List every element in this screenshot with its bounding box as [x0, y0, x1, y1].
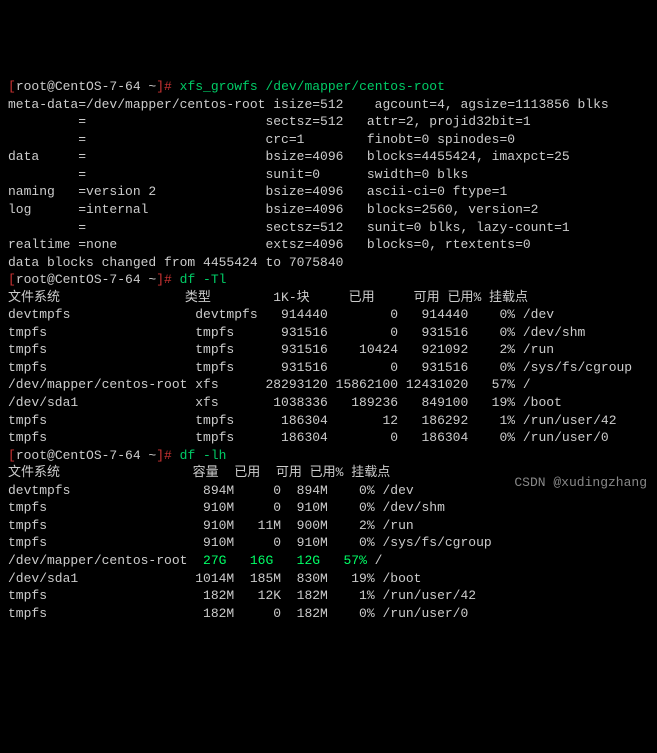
- prompt-bracket: ]#: [156, 272, 179, 287]
- df-tl-header: 文件系统 类型 1K-块 已用 可用 已用% 挂载点: [8, 290, 528, 305]
- prompt-host: root@CentOS-7-64 ~: [16, 79, 156, 94]
- df-tl-rows: devtmpfs devtmpfs 914440 0 914440 0% /de…: [8, 307, 632, 445]
- df-lh-row-highlight-vals: 27G 16G 12G 57%: [187, 553, 366, 568]
- prompt-bracket: [: [8, 448, 16, 463]
- df-lh-header: 文件系统 容量 已用 可用 已用% 挂载点: [8, 465, 390, 480]
- prompt-host: root@CentOS-7-64 ~: [16, 448, 156, 463]
- command-xfs-growfs[interactable]: xfs_growfs /dev/mapper/centos-root: [180, 79, 445, 94]
- df-lh-rows-before: devtmpfs 894M 0 894M 0% /dev tmpfs 910M …: [8, 483, 492, 551]
- watermark-text: CSDN @xudingzhang: [514, 474, 647, 492]
- df-lh-rows-after: /dev/sda1 1014M 185M 830M 19% /boot tmpf…: [8, 571, 476, 621]
- command-df-lh[interactable]: df -lh: [180, 448, 227, 463]
- df-lh-row-highlight-mount: /: [367, 553, 383, 568]
- prompt-bracket: [: [8, 79, 16, 94]
- terminal-output: [root@CentOS-7-64 ~]# xfs_growfs /dev/ma…: [8, 78, 649, 622]
- prompt-bracket: [: [8, 272, 16, 287]
- xfs-growfs-output: meta-data=/dev/mapper/centos-root isize=…: [8, 97, 609, 270]
- prompt-bracket: ]#: [156, 79, 179, 94]
- df-lh-row-highlight-fs: /dev/mapper/centos-root: [8, 553, 187, 568]
- prompt-bracket: ]#: [156, 448, 179, 463]
- command-df-tl[interactable]: df -Tl: [180, 272, 227, 287]
- prompt-host: root@CentOS-7-64 ~: [16, 272, 156, 287]
